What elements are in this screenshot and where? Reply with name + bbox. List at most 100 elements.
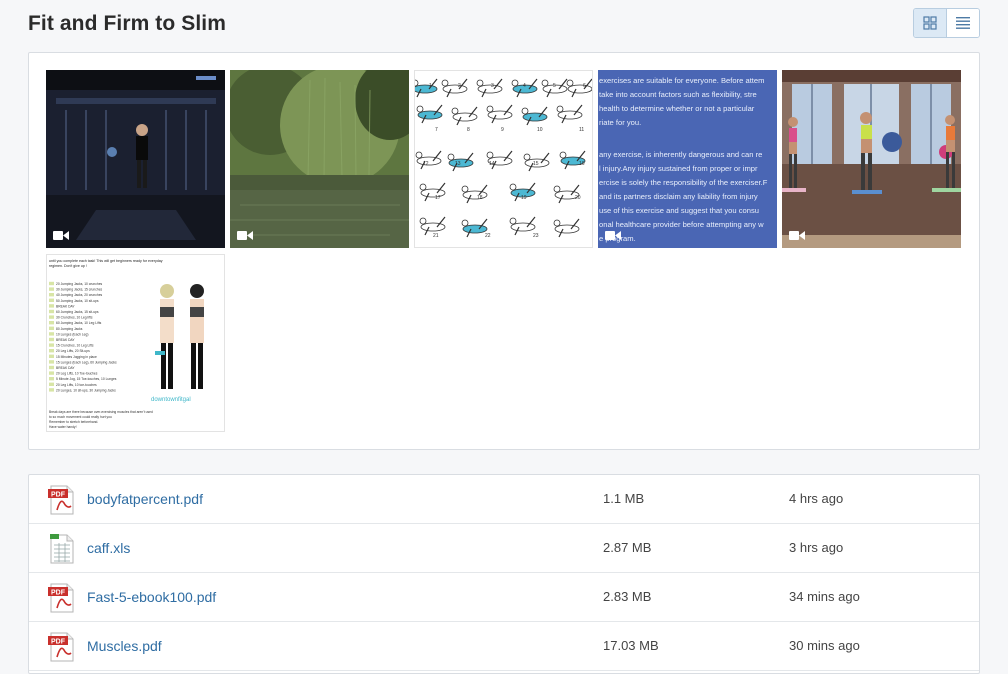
plan-footer-line: to so much movement could really hurt yo… [49, 415, 112, 419]
list-icon [955, 17, 970, 29]
disclaimer-line: exercises are suitable for everyone. Bef… [599, 76, 764, 85]
plan-header: regimen. Don't give up ! [49, 264, 87, 268]
file-row[interactable]: PDF Muscles.pdf 17.03 MB 30 mins ago [29, 622, 979, 671]
pdf-badge-text: PDF [51, 638, 66, 645]
file-size: 1.1 MB [603, 491, 645, 506]
plan-line: 20 Lunges, 10 sit-ups, 30 Jumping Jacks [56, 388, 116, 392]
gallery-thumb-video-stage[interactable] [46, 70, 225, 248]
disclaimer-line: riate for you. [599, 118, 641, 127]
disclaimer-line: onal healthcare provider before attempti… [599, 220, 764, 229]
media-gallery: 1 2 3 4 5 6 7 8 9 10 11 12 13 14 15 16 17 18 19 20 21 22 23 ex… [28, 52, 980, 450]
disclaimer-line: any exercise, is inherently dangerous an… [599, 150, 762, 159]
plan-line: 60 Jumping Jacks, 15 sit-ups [56, 310, 99, 314]
pdf-badge-text: PDF [51, 589, 66, 596]
pose-number: 7 [435, 127, 438, 133]
gallery-thumb-video-pond[interactable] [230, 70, 409, 248]
grid-icon [923, 16, 937, 30]
gallery-thumb-yoga-chart[interactable]: 1 2 3 4 5 6 7 8 9 10 11 12 13 14 15 16 17 18 19 20 21 22 23 [414, 70, 593, 248]
plan-line: BREAK DAY [56, 304, 75, 308]
file-modified-time: 34 mins ago [789, 589, 860, 604]
pose-number: 22 [485, 233, 491, 239]
page-header: Fit and Firm to Slim [28, 8, 980, 40]
plan-line: 50 Jumping Jacks, 10 sit-ups [56, 299, 99, 303]
spreadsheet-file-icon [50, 534, 74, 564]
pose-number: 1 [429, 83, 432, 89]
plan-line: 40 Jumping Jacks, 20 crunches [56, 293, 103, 297]
plan-line: 5 Minute Jog, 15 Toe-touches, 10 Lunges [56, 377, 117, 381]
plan-line: 20 Leg Lifts, 10 toe-touches [56, 383, 97, 387]
disclaimer-line: health to determine whether or not a par… [599, 104, 755, 113]
plan-line: 20 Jumping Jacks, 10 crunches [56, 282, 103, 286]
pose-number: 20 [575, 195, 581, 201]
view-toggle [913, 8, 980, 38]
yoga-poses-image: 1 2 3 4 5 67 8 9 10 1112 13 14 15 1617 18 19 2021 22 23 [415, 71, 592, 247]
list-view-button[interactable] [946, 9, 979, 37]
plan-footer-line: Have water handy! [49, 425, 77, 429]
pose-number: 17 [435, 195, 441, 201]
file-row[interactable]: caff.xls 2.87 MB 3 hrs ago [29, 524, 979, 573]
file-modified-time: 3 hrs ago [789, 540, 844, 555]
file-name-link[interactable]: caff.xls [87, 540, 130, 556]
pose-number: 5 [553, 83, 556, 89]
disclaimer-line: and its partners disclaim any liability … [599, 192, 758, 201]
plan-line: 15 Crunches, 10 Leg Lifts [56, 344, 94, 348]
pose-number: 21 [433, 233, 439, 239]
file-modified-time: 4 hrs ago [789, 491, 844, 506]
pose-number: 19 [521, 195, 527, 201]
plan-footer-line: Break days are there because over-exerci… [49, 410, 153, 414]
plan-line: 80 Jumping Jacks [56, 327, 83, 331]
plan-header: until you complete each task! This will … [49, 259, 163, 263]
pdf-file-icon: PDF [48, 485, 74, 515]
file-row[interactable]: PDF bodyfatpercent.pdf 1.1 MB 4 hrs ago [29, 475, 979, 524]
plan-line: BREAK DAY [56, 366, 75, 370]
gallery-thumb-workout-plan[interactable]: until you complete each task! This will … [46, 254, 225, 432]
plan-line: 10 Lunges (Each Leg) [56, 332, 88, 336]
plan-line: 30 Jumping Jacks, 15 crunches [56, 288, 103, 292]
disclaimer-video-image: exercises are suitable for everyone. Bef… [598, 70, 777, 248]
file-size: 2.83 MB [603, 589, 652, 604]
pose-number: 6 [583, 83, 586, 89]
pose-number: 8 [467, 127, 470, 133]
pose-number: 4 [523, 83, 526, 89]
video-camera-icon [789, 231, 805, 240]
grid-view-button[interactable] [914, 9, 947, 37]
file-name-link[interactable]: Fast-5-ebook100.pdf [87, 589, 216, 605]
disclaimer-line: l injury.Any injury sustained from prope… [599, 164, 758, 173]
file-size: 2.87 MB [603, 540, 652, 555]
pose-number: 2 [458, 83, 461, 89]
studio-video-image [782, 70, 961, 248]
video-camera-icon [237, 231, 253, 240]
file-name-link[interactable]: Muscles.pdf [87, 638, 162, 654]
disclaimer-line: take into account factors such as flexib… [599, 90, 757, 99]
stage-video-image [46, 70, 225, 248]
file-modified-time: 30 mins ago [789, 638, 860, 653]
file-name-link[interactable]: bodyfatpercent.pdf [87, 491, 203, 507]
gallery-thumb-video-studio[interactable] [782, 70, 961, 248]
plan-footer-line: Remember to stretch beforehand. [49, 420, 98, 424]
pose-number: 12 [423, 161, 429, 167]
file-size: 17.03 MB [603, 638, 659, 653]
plan-line: 15 Lunges (Each Leg), 60 Jumping Jacks [56, 360, 117, 364]
pdf-file-icon: PDF [48, 583, 74, 613]
pose-number: 3 [491, 83, 494, 89]
plan-line: 20 Leg Lifts, 10 Toe-touches [56, 372, 98, 376]
plan-line: 15 Minutes Jogging in place [56, 355, 97, 359]
video-camera-icon [605, 231, 621, 240]
pdf-badge-text: PDF [51, 491, 66, 498]
pose-number: 10 [537, 127, 543, 133]
pond-video-image [230, 70, 409, 248]
plan-brand: downtownfitgal [151, 397, 191, 403]
plan-line: 20 Leg Lifts, 20 Sit-ups [56, 349, 90, 353]
workout-plan-image: until you complete each task! This will … [47, 255, 224, 431]
pose-number: 9 [501, 127, 504, 133]
video-camera-icon [53, 231, 69, 240]
pose-number: 14 [489, 161, 495, 167]
plan-line: 30 Crunches, 10 Leg lifts [56, 316, 93, 320]
pose-number: 11 [579, 127, 584, 133]
disclaimer-line: use of this exercise and suggest that yo… [599, 206, 759, 215]
gallery-thumb-video-disclaimer[interactable]: exercises are suitable for everyone. Bef… [598, 70, 777, 248]
file-row[interactable]: PDF Fast-5-ebook100.pdf 2.83 MB 34 mins ago [29, 573, 979, 622]
pose-number: 16 [579, 161, 585, 167]
pose-number: 13 [455, 161, 461, 167]
plan-line: 60 Jumping Jacks, 10 Leg Lifts [56, 321, 102, 325]
